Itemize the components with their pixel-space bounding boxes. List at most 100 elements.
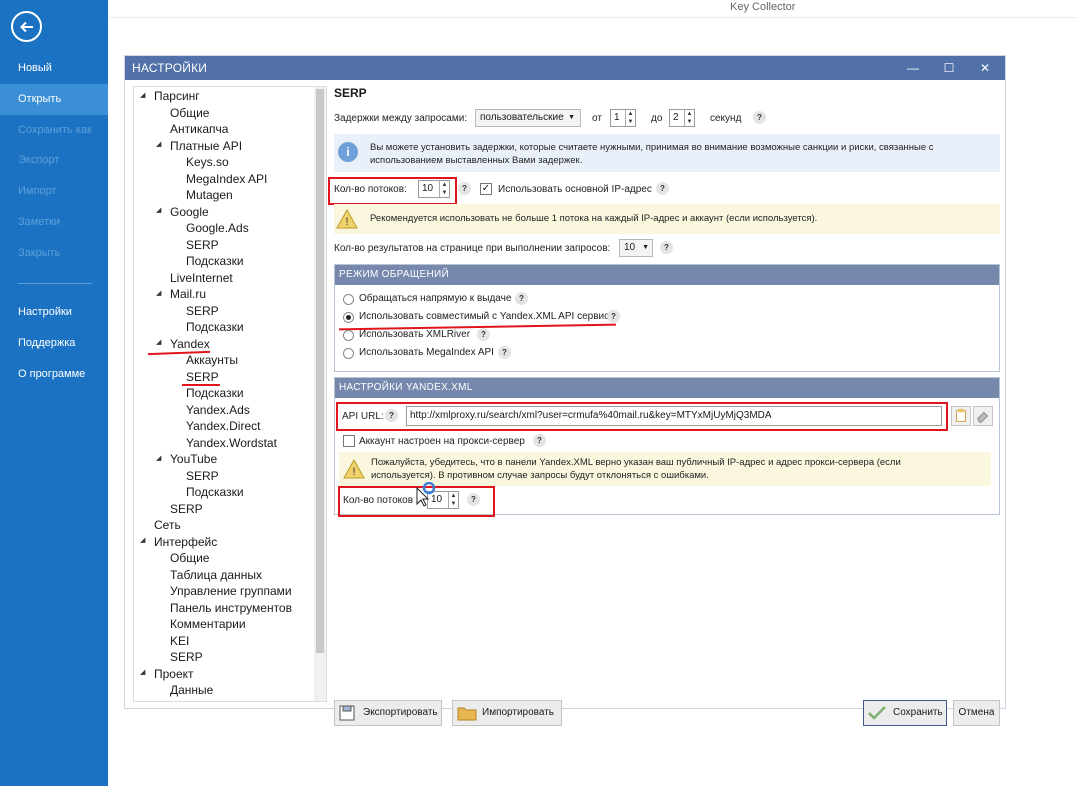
mode-radio-megaindex[interactable] (343, 348, 354, 359)
delay-from-stepper[interactable]: 1 ▲ ▼ (610, 109, 636, 127)
expand-arrow-icon[interactable]: ◢ (156, 338, 161, 346)
help-icon[interactable]: ? (498, 346, 511, 359)
help-icon[interactable]: ? (656, 182, 669, 195)
mode-radio-xmlriver[interactable] (343, 330, 354, 341)
tree-item-project[interactable]: Проект (154, 666, 194, 682)
expand-arrow-icon[interactable]: ◢ (140, 668, 145, 676)
help-icon[interactable]: ? (533, 434, 546, 447)
minimize-button[interactable]: — (895, 56, 931, 80)
spin-arrows-icon[interactable]: ▲ ▼ (625, 110, 635, 126)
tree-item-yandex-ads[interactable]: Yandex.Ads (186, 402, 250, 418)
delays-mode-select[interactable]: пользовательские ▼ (475, 109, 581, 127)
tree-item-interface[interactable]: Интерфейс (154, 534, 217, 550)
tree-item-google[interactable]: Google (170, 204, 209, 220)
mode-option-xmlriver: Использовать XMLRiver (359, 329, 471, 340)
tree-item-network[interactable]: Сеть (154, 517, 181, 533)
tree-item-yandex-suggest[interactable]: Подсказки (186, 385, 244, 401)
use-main-ip-checkbox[interactable]: ✓ (480, 183, 492, 195)
help-icon[interactable]: ? (515, 292, 528, 305)
spin-arrows-icon[interactable]: ▲ ▼ (448, 492, 458, 508)
help-icon[interactable]: ? (607, 310, 620, 323)
tree-item-youtube-serp[interactable]: SERP (186, 468, 219, 484)
sidebar-item-support[interactable]: Поддержка (0, 328, 108, 359)
tree-item-anticaptcha[interactable]: Антикапча (170, 121, 228, 137)
tree-item-mutagen[interactable]: Mutagen (186, 187, 233, 203)
tree-item-google-ads[interactable]: Google.Ads (186, 220, 249, 236)
tree-item-data-table[interactable]: Таблица данных (170, 567, 262, 583)
tree-item-group-management[interactable]: Управление группами (170, 583, 292, 599)
tree-item-megaindex-api[interactable]: MegaIndex API (186, 171, 267, 187)
tree-item-yandex-wordstat[interactable]: Yandex.Wordstat (186, 435, 277, 451)
import-button[interactable]: Импортировать (452, 700, 562, 726)
tree-item-paid-api[interactable]: Платные API (170, 138, 242, 154)
mode-radio-yandex-xml[interactable] (343, 312, 354, 323)
cancel-button[interactable]: Отмена (953, 700, 1000, 726)
sidebar-item-import[interactable]: Импорт (0, 176, 108, 207)
tree-item-mailru[interactable]: Mail.ru (170, 286, 206, 302)
tree-item-toolbar[interactable]: Панель инструментов (170, 600, 292, 616)
sidebar-item-save-as[interactable]: Сохранить как (0, 115, 108, 146)
tree-item-youtube-suggest[interactable]: Подсказки (186, 484, 244, 500)
save-button[interactable]: Сохранить (863, 700, 947, 726)
to-label: до (651, 113, 663, 124)
tree-item-youtube[interactable]: YouTube (170, 451, 217, 467)
spin-arrows-icon[interactable]: ▲ ▼ (439, 181, 449, 197)
tree-scrollbar-thumb[interactable] (316, 89, 324, 653)
tree-item-serp[interactable]: SERP (170, 501, 203, 517)
tree-item-yandex-direct[interactable]: Yandex.Direct (186, 418, 260, 434)
api-url-input[interactable]: http://xmlproxy.ru/search/xml?user=crmuf… (406, 406, 942, 426)
help-icon[interactable]: ? (660, 241, 673, 254)
spin-arrows-icon[interactable]: ▲ ▼ (684, 110, 694, 126)
sidebar-item-about[interactable]: О программе (0, 359, 108, 390)
expand-arrow-icon[interactable]: ◢ (156, 140, 161, 148)
back-arrow-icon[interactable] (11, 11, 42, 42)
tree-item-mailru-suggest[interactable]: Подсказки (186, 319, 244, 335)
help-icon[interactable]: ? (458, 182, 471, 195)
tree-item-parsing[interactable]: Парсинг (154, 88, 200, 104)
import-label: Импортировать (482, 707, 555, 718)
tree-item-mailru-serp[interactable]: SERP (186, 303, 219, 319)
maximize-button[interactable]: ☐ (931, 56, 967, 80)
tree-item-yandex-serp[interactable]: SERP (186, 369, 219, 385)
mode-radio-direct[interactable] (343, 294, 354, 305)
close-button[interactable]: ✕ (967, 56, 1003, 80)
export-button[interactable]: Экспортировать (334, 700, 442, 726)
from-label: от (592, 113, 602, 124)
tree-item-google-suggest[interactable]: Подсказки (186, 253, 244, 269)
tree-item-general[interactable]: Общие (170, 105, 209, 121)
tree-item-liveinternet[interactable]: LiveInternet (170, 270, 233, 286)
help-icon[interactable]: ? (477, 328, 490, 341)
tree-item-interface-serp[interactable]: SERP (170, 649, 203, 665)
sidebar-item-notes[interactable]: Заметки (0, 207, 108, 238)
eraser-icon[interactable] (973, 406, 993, 426)
tree-item-yandex-accounts[interactable]: Аккаунты (186, 352, 238, 368)
tree-item-keysso[interactable]: Keys.so (186, 154, 229, 170)
settings-dialog: НАСТРОЙКИ — ☐ ✕ ◢ Парсинг Общие Антикапч… (124, 55, 1006, 726)
tree-item-data[interactable]: Данные (170, 682, 213, 698)
expand-arrow-icon[interactable]: ◢ (156, 454, 161, 462)
sidebar-item-export[interactable]: Экспорт (0, 145, 108, 176)
tree-item-comments[interactable]: Комментарии (170, 616, 246, 632)
help-icon[interactable]: ? (467, 493, 480, 506)
expand-arrow-icon[interactable]: ◢ (140, 536, 145, 544)
threads-stepper[interactable]: 10 ▲ ▼ (418, 180, 450, 198)
sidebar-item-close[interactable]: Закрыть (0, 238, 108, 269)
help-icon[interactable]: ? (753, 111, 766, 124)
expand-arrow-icon[interactable]: ◢ (140, 91, 145, 99)
sidebar-item-settings[interactable]: Настройки (0, 297, 108, 328)
sidebar-item-new[interactable]: Новый (0, 53, 108, 84)
settings-tree: ◢ Парсинг Общие Антикапча ◢ Платные API … (133, 86, 327, 702)
paste-clipboard-icon[interactable] (951, 406, 971, 426)
tree-item-kei[interactable]: KEI (170, 633, 189, 649)
help-icon[interactable]: ? (385, 409, 398, 422)
results-select[interactable]: 10 ▼ (619, 239, 653, 257)
tree-item-yandex[interactable]: Yandex (170, 336, 210, 352)
warning-text: Рекомендуется использовать не больше 1 п… (370, 213, 818, 224)
expand-arrow-icon[interactable]: ◢ (156, 289, 161, 297)
proxy-checkbox[interactable] (343, 435, 355, 447)
delay-to-stepper[interactable]: 2 ▲ ▼ (669, 109, 695, 127)
sidebar-item-open[interactable]: Открыть (0, 84, 108, 115)
expand-arrow-icon[interactable]: ◢ (156, 206, 161, 214)
tree-item-interface-general[interactable]: Общие (170, 550, 209, 566)
tree-item-google-serp[interactable]: SERP (186, 237, 219, 253)
